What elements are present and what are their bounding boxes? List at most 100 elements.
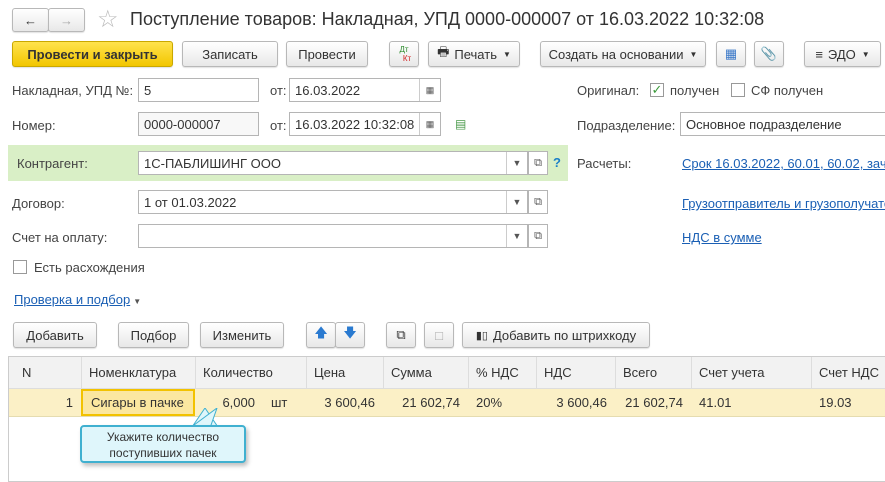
original-label: Оригинал:	[577, 83, 640, 98]
edo-label: ЭДО	[827, 46, 856, 62]
save-button[interactable]: Записать	[182, 41, 278, 67]
structure-button[interactable]: ▦	[716, 41, 746, 67]
create-based-on-button[interactable]: Создать на основании ▼	[540, 41, 706, 67]
contract-value: 1 от 01.03.2022	[144, 194, 237, 210]
number-date-value: 16.03.2022 10:32:08	[295, 116, 415, 132]
col-header-vat[interactable]: НДС	[536, 357, 580, 388]
copy-button[interactable]: ⧉	[386, 322, 416, 348]
from-label: от:	[270, 83, 287, 98]
help-icon[interactable]: ?	[553, 155, 561, 170]
post-and-close-button[interactable]: Провести и закрыть	[12, 41, 173, 67]
number-date-input[interactable]: 16.03.2022 10:32:08 ▦	[289, 112, 441, 136]
clipboard-icon: □	[435, 327, 443, 343]
calendar-icon[interactable]: ▦	[419, 113, 440, 135]
col-header-vat-rate[interactable]: % НДС	[468, 357, 527, 388]
cell-sum[interactable]: 21 602,74	[383, 389, 468, 416]
edo-icon: ≡	[815, 46, 823, 62]
number-input[interactable]: 0000-000007	[138, 112, 259, 136]
cell-vat-account[interactable]: 19.03	[811, 389, 860, 416]
col-header-n[interactable]: N	[14, 357, 39, 388]
cell-vat[interactable]: 3 600,46	[536, 389, 615, 416]
copy-icon: ⧉	[396, 327, 406, 342]
contract-input[interactable]: 1 от 01.03.2022 ▼	[138, 190, 528, 214]
invoice-date-input[interactable]: 16.03.2022 ▦	[289, 78, 441, 102]
back-button[interactable]: ←	[12, 8, 49, 32]
discrepancy-checkbox[interactable]	[13, 260, 27, 274]
dropdown-icon[interactable]: ▼	[506, 152, 527, 174]
cell-price[interactable]: 3 600,46	[306, 389, 383, 416]
open-contract-button[interactable]: ⧉	[528, 190, 548, 214]
arrow-up-icon: 🡅	[314, 325, 328, 340]
col-header-quantity[interactable]: Количество	[195, 357, 281, 388]
invoice-date-value: 16.03.2022	[295, 82, 361, 98]
payment-account-input[interactable]: ▼	[138, 224, 528, 248]
open-payment-account-button[interactable]: ⧉	[528, 224, 548, 248]
col-header-total[interactable]: Всего	[615, 357, 665, 388]
original-received-checkbox[interactable]: ✓	[650, 83, 664, 97]
dt-icon: Дт	[399, 45, 409, 54]
add-by-barcode-button[interactable]: ▮▯ Добавить по штрихкоду	[462, 322, 650, 348]
col-header-nomenclature[interactable]: Номенклатура	[81, 357, 184, 388]
dropdown-icon[interactable]: ▼	[506, 191, 527, 213]
contract-label: Договор:	[12, 196, 65, 211]
tooltip-line-2: поступивших пачек	[109, 446, 217, 460]
cell-total[interactable]: 21 602,74	[615, 389, 691, 416]
invoice-number-value: 5	[144, 82, 152, 98]
move-up-button[interactable]: 🡅	[306, 322, 336, 348]
col-header-vat-account[interactable]: Счет НДС	[811, 357, 885, 388]
invoice-number-input[interactable]: 5	[138, 78, 259, 102]
settlements-label: Расчеты:	[577, 156, 632, 171]
division-input[interactable]: Основное подразделение	[680, 112, 885, 136]
shipper-link[interactable]: Грузоотправитель и грузополучате	[682, 196, 885, 211]
col-header-sum[interactable]: Сумма	[383, 357, 440, 388]
favorite-star-icon[interactable]: ☆	[97, 5, 119, 34]
arrow-left-icon: ←	[24, 12, 37, 28]
number-value: 0000-000007	[144, 116, 221, 132]
dt-kt-button[interactable]: Дт Кт	[389, 41, 419, 67]
open-counterparty-button[interactable]: ⧉	[528, 151, 548, 175]
pick-button[interactable]: Подбор	[118, 322, 189, 348]
paste-button[interactable]: □	[424, 322, 454, 348]
chevron-down-icon: ▼	[861, 49, 870, 59]
printer-icon: 🖶	[437, 44, 450, 59]
sf-received-checkbox[interactable]	[731, 83, 745, 97]
edo-button[interactable]: ≡ ЭДО ▼	[804, 41, 881, 67]
add-button[interactable]: Добавить	[13, 322, 97, 348]
edit-button[interactable]: Изменить	[200, 322, 284, 348]
print-button[interactable]: 🖶 Печать ▼	[428, 41, 520, 67]
tooltip-line-1: Укажите количество	[106, 430, 220, 444]
print-label: Печать	[454, 46, 497, 62]
dropdown-icon[interactable]: ▼	[506, 225, 527, 247]
attach-button[interactable]: 📎	[754, 41, 784, 67]
col-header-account[interactable]: Счет учета	[691, 357, 773, 388]
comment-icon[interactable]: ▤	[455, 117, 466, 131]
received-label: получен	[670, 83, 720, 98]
check-and-pick-link[interactable]: Проверка и подбор ▼	[14, 292, 141, 307]
arrow-down-icon: 🡇	[343, 325, 357, 340]
vat-link[interactable]: НДС в сумме	[682, 230, 762, 245]
cell-vat-rate[interactable]: 20%	[468, 389, 510, 416]
from-label: от:	[270, 118, 287, 133]
cell-account[interactable]: 41.01	[691, 389, 740, 416]
cell-unit[interactable]: шт	[263, 389, 295, 416]
arrow-right-icon: →	[60, 12, 73, 28]
post-button[interactable]: Провести	[286, 41, 368, 67]
hint-tooltip: Укажите количество поступивших пачек	[80, 425, 246, 463]
check-and-pick-label: Проверка и подбор	[14, 292, 131, 307]
cell-n: 1	[65, 395, 73, 410]
sf-received-label: СФ получен	[751, 83, 824, 98]
structure-icon: ▦	[724, 46, 738, 61]
forward-button[interactable]: →	[48, 8, 85, 32]
counterparty-input[interactable]: 1С-ПАБЛИШИНГ ООО ▼	[138, 151, 528, 175]
move-down-button[interactable]: 🡇	[335, 322, 365, 348]
add-by-barcode-label: Добавить по штрихкоду	[492, 327, 637, 343]
counterparty-label: Контрагент:	[17, 156, 88, 171]
calendar-icon[interactable]: ▦	[419, 79, 440, 101]
division-label: Подразделение:	[577, 118, 676, 133]
invoice-label: Накладная, УПД №:	[12, 83, 134, 98]
col-header-price[interactable]: Цена	[306, 357, 353, 388]
number-label: Номер:	[12, 118, 56, 133]
barcode-icon: ▮▯	[475, 329, 488, 342]
settlements-link[interactable]: Срок 16.03.2022, 60.01, 60.02, зач	[682, 156, 885, 171]
create-based-label: Создать на основании	[548, 46, 684, 62]
